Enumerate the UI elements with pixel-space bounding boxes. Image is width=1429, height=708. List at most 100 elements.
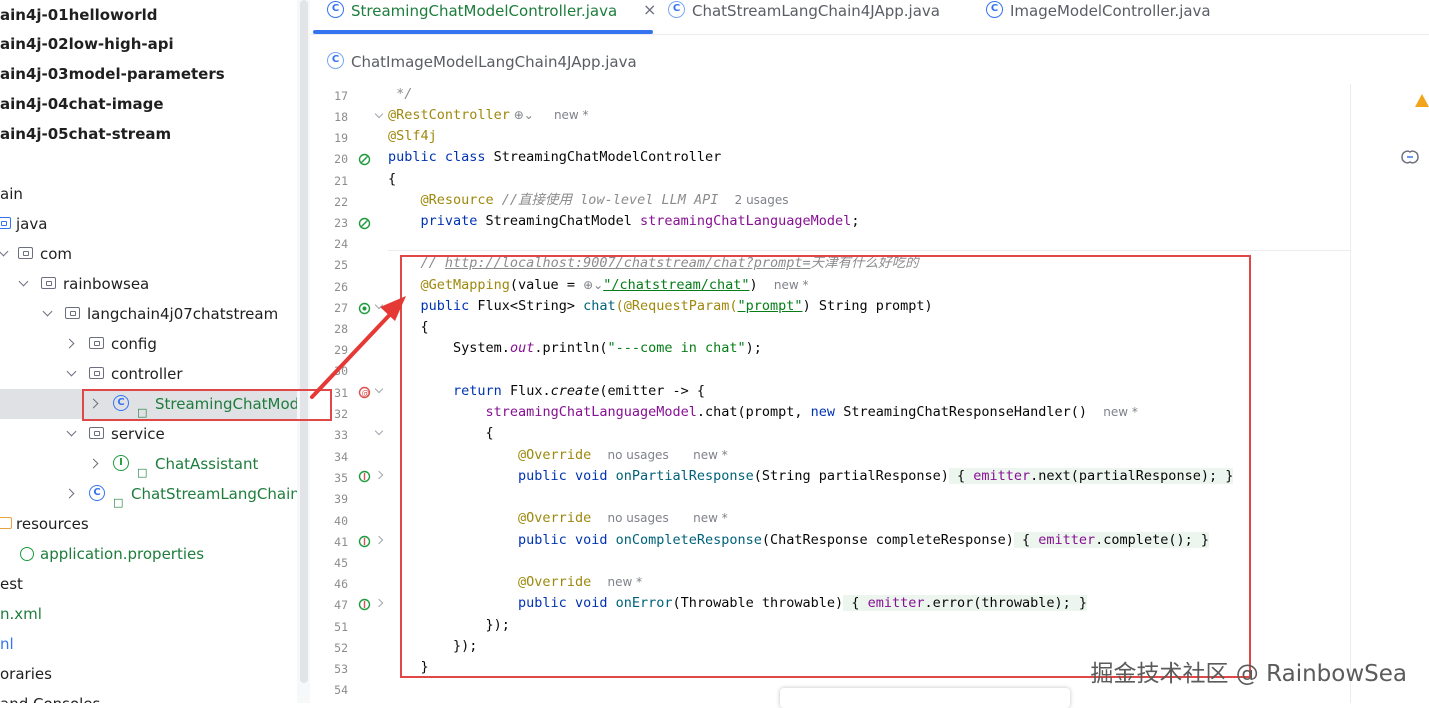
fold-marker-icon[interactable] <box>374 598 384 608</box>
tab-streaming-controller[interactable]: C StreamingChatModelController.java × <box>327 0 656 34</box>
tree-item-controller[interactable]: controller <box>0 359 297 389</box>
tree-item-iml[interactable]: nl <box>0 629 297 659</box>
code-line-18: @RestController ⊕⌄ new * <box>388 107 589 123</box>
class-icon: C <box>327 1 344 18</box>
line-number: 54 <box>334 683 348 697</box>
package-icon <box>65 307 80 319</box>
package-icon <box>41 277 56 289</box>
tree-item-resources[interactable]: resources <box>0 509 297 539</box>
implements-icon[interactable]: @ <box>358 386 371 399</box>
warning-icon[interactable] <box>1415 94 1429 107</box>
package-icon <box>89 367 104 379</box>
line-number: 25 <box>334 258 348 272</box>
close-icon[interactable]: × <box>643 0 656 21</box>
tree-item-app-class[interactable]: C □ ChatStreamLangChain4J <box>0 479 297 509</box>
chevron-down-icon[interactable] <box>66 426 77 437</box>
tree-item-test[interactable]: est <box>0 569 297 599</box>
highlight-box-tree <box>82 389 332 421</box>
line-number: 46 <box>334 577 348 591</box>
tab-row-separator <box>310 34 1429 35</box>
tree-item-service[interactable]: service <box>0 419 297 449</box>
chevron-down-icon[interactable] <box>18 276 29 287</box>
code-line-22: @Resource //直接使用 low-level LLM API 2 usa… <box>420 192 789 208</box>
fold-marker-icon[interactable] <box>374 470 384 480</box>
line-number: 33 <box>334 428 348 442</box>
package-icon <box>18 247 33 259</box>
tree-module-04[interactable]: ain4j-04chat-image <box>0 89 297 119</box>
spring-class-icon: C <box>89 485 105 501</box>
line-number: 23 <box>334 216 348 230</box>
chevron-down-icon[interactable] <box>0 246 9 257</box>
tree-item-libraries[interactable]: oraries <box>0 659 297 689</box>
ai-assistant-icon[interactable] <box>1399 148 1421 166</box>
bean-icon[interactable] <box>358 153 371 166</box>
line-number: 41 <box>334 535 348 549</box>
line-number: 27 <box>334 301 348 315</box>
line-number: 40 <box>334 514 348 528</box>
fold-marker-icon[interactable] <box>374 384 384 394</box>
spring-class-icon: C <box>668 1 685 18</box>
bean-icon[interactable] <box>358 217 371 230</box>
tree-module-02[interactable]: ain4j-02low-high-api <box>0 29 297 59</box>
override-icon[interactable] <box>358 598 371 611</box>
globe-icon[interactable]: ⊕⌄ <box>510 108 538 122</box>
svg-text:@: @ <box>362 389 370 398</box>
tree-item-properties[interactable]: application.properties <box>0 539 297 569</box>
editor-tabs: C StreamingChatModelController.java × C … <box>310 0 1429 85</box>
tree-item-java[interactable]: java <box>0 209 297 239</box>
code-line-23: private StreamingChatModel streamingChat… <box>420 213 860 229</box>
chevron-down-icon[interactable] <box>42 306 53 317</box>
method-separator <box>388 250 1350 251</box>
line-number: 47 <box>334 598 348 612</box>
tree-item-main[interactable]: ain <box>0 179 297 209</box>
override-icon[interactable] <box>358 535 371 548</box>
right-tool-strip <box>1350 84 1429 703</box>
package-icon <box>89 427 104 439</box>
line-number: 28 <box>334 322 348 336</box>
tree-item-config[interactable]: config <box>0 329 297 359</box>
line-number: 32 <box>334 407 348 421</box>
chevron-down-icon[interactable] <box>66 366 77 377</box>
line-number: 20 <box>334 152 348 166</box>
tree-item-com[interactable]: com <box>0 239 297 269</box>
tree-module-01[interactable]: ain4j-01helloworld <box>0 0 297 30</box>
line-number: 45 <box>334 556 348 570</box>
chevron-right-icon[interactable] <box>64 488 75 499</box>
fold-marker-icon[interactable] <box>374 300 384 310</box>
chevron-right-icon[interactable] <box>64 338 75 349</box>
popup-fragment <box>780 688 1070 708</box>
tree-item-consoles[interactable]: and Consoles <box>0 689 297 703</box>
line-number: 53 <box>334 662 348 676</box>
tree-item-pom[interactable]: n.xml <box>0 599 297 629</box>
highlight-box-code <box>400 255 1251 678</box>
line-number: 30 <box>334 364 348 378</box>
web-endpoint-icon[interactable] <box>358 302 371 315</box>
class-icon: C <box>986 1 1003 18</box>
resources-folder-icon <box>0 517 12 529</box>
line-number: 35 <box>334 471 348 485</box>
line-number: 51 <box>334 620 348 634</box>
tree-module-03[interactable]: ain4j-03model-parameters <box>0 59 297 89</box>
line-number: 18 <box>334 110 348 124</box>
tree-item-chat-assistant[interactable]: I □ ChatAssistant <box>0 449 297 479</box>
tree-module-05[interactable]: ain4j-05chat-stream <box>0 119 297 149</box>
fold-marker-icon[interactable] <box>374 426 384 436</box>
tree-item-rainbowsea[interactable]: rainbowsea <box>0 269 297 299</box>
line-number: 22 <box>334 195 348 209</box>
fold-marker-icon[interactable] <box>374 109 384 119</box>
line-number: 39 <box>334 492 348 506</box>
interface-icon: I <box>113 455 129 471</box>
override-icon[interactable] <box>358 470 371 483</box>
chevron-right-icon[interactable] <box>88 458 99 469</box>
properties-file-icon <box>20 547 34 561</box>
project-tree: ain4j-01helloworld ain4j-02low-high-api … <box>0 0 297 703</box>
tree-item-package[interactable]: langchain4j07chatstream <box>0 299 297 329</box>
tree-scrollbar-thumb[interactable] <box>300 0 308 683</box>
fold-marker-icon[interactable] <box>374 535 384 545</box>
line-number: 26 <box>334 280 348 294</box>
line-number: 29 <box>334 343 348 357</box>
code-line-17: */ <box>388 86 413 102</box>
watermark: 掘金技术社区 @ RainbowSea <box>1090 661 1408 687</box>
line-number: 24 <box>334 237 348 251</box>
line-number: 31 <box>334 386 348 400</box>
